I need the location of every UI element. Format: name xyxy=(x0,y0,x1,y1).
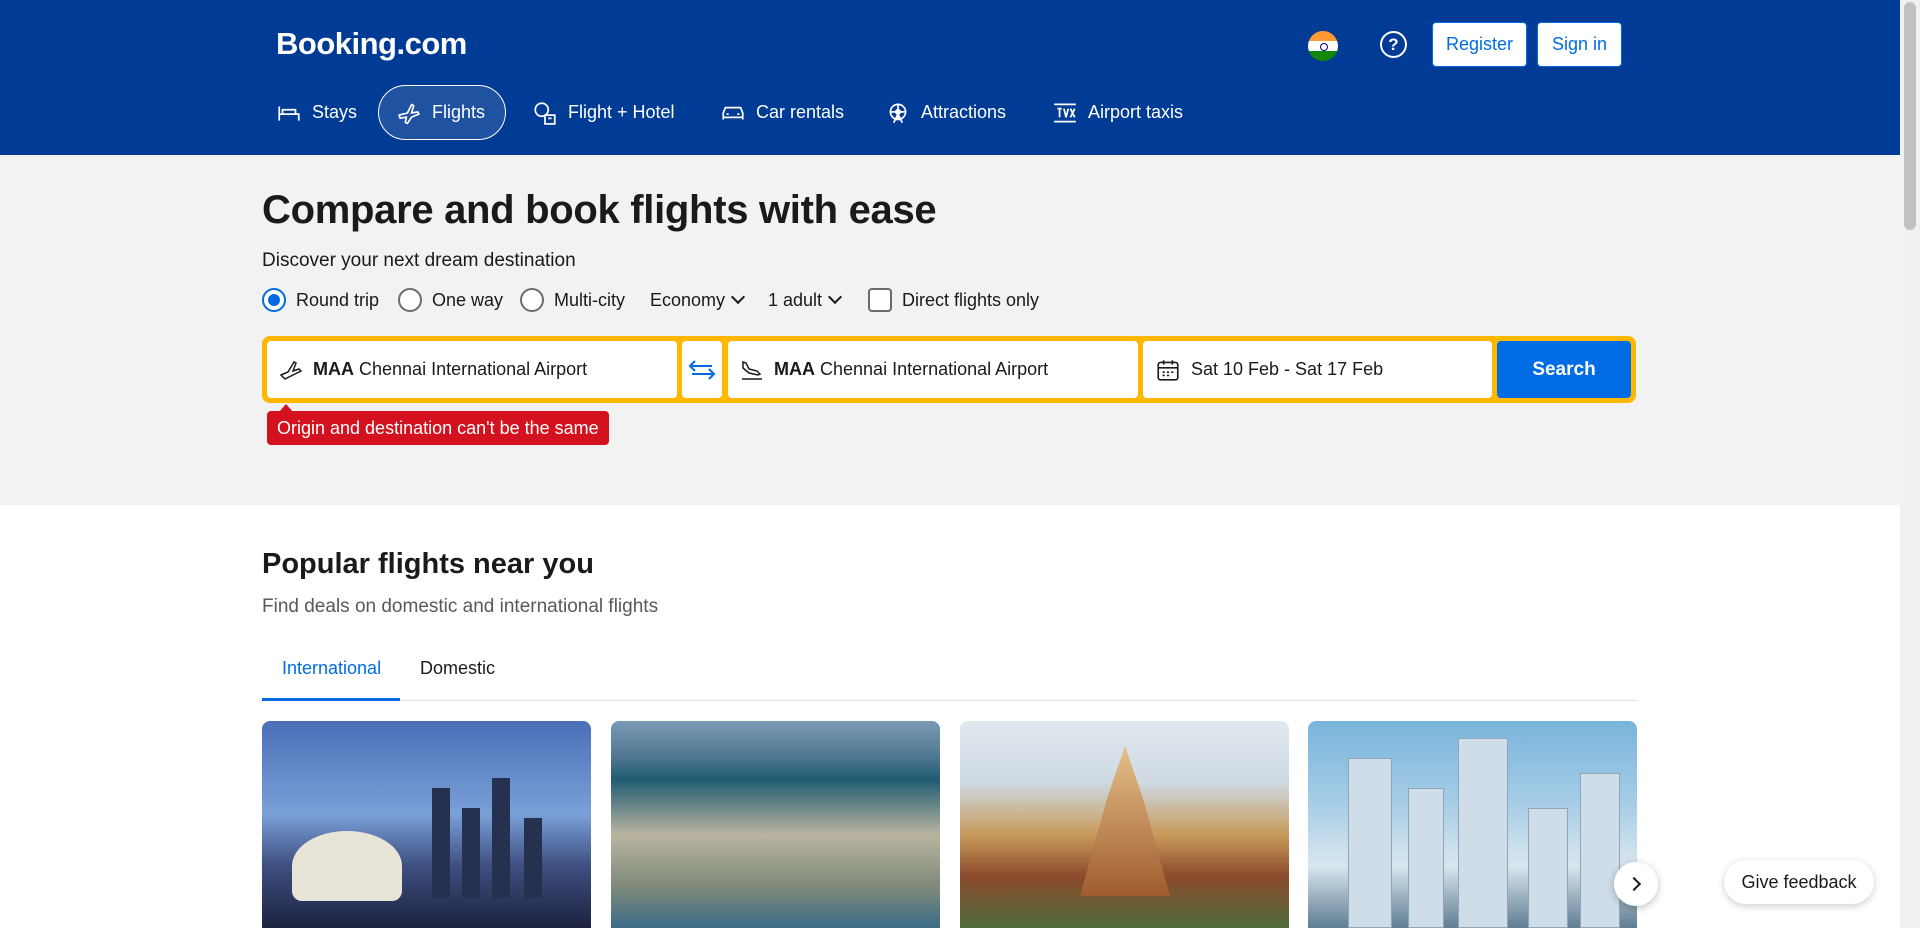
nav-label: Flight + Hotel xyxy=(568,102,675,122)
travellers-dropdown[interactable]: 1 adult xyxy=(768,286,843,314)
error-message: Origin and destination can't be the same xyxy=(267,404,609,445)
skyline-building xyxy=(524,818,542,898)
one-way-radio[interactable]: One way xyxy=(398,286,503,314)
search-button[interactable]: Search xyxy=(1497,341,1631,398)
checkbox-icon xyxy=(868,288,892,312)
radio-label: Round trip xyxy=(296,289,380,310)
register-button[interactable]: Register xyxy=(1432,22,1527,67)
dates-field[interactable]: Sat 10 Feb - Sat 17 Feb xyxy=(1143,341,1492,398)
skyscraper xyxy=(1458,738,1508,928)
plane-landing-icon xyxy=(742,360,762,380)
nav-item-flights[interactable]: Flights xyxy=(378,85,506,140)
cabin-class-dropdown[interactable]: Economy xyxy=(650,286,746,314)
popular-flights-subtitle: Find deals on domestic and international… xyxy=(262,596,659,617)
chevron-down-icon xyxy=(730,289,746,305)
ferris-wheel-icon xyxy=(889,102,907,123)
nav-item-airport-taxis[interactable]: Airport taxis xyxy=(1032,85,1203,140)
top-header: Booking.com ? Register Sign in Stays Fli… xyxy=(0,0,1900,155)
skyline-building xyxy=(462,808,480,898)
radio-label: One way xyxy=(432,289,504,310)
tab-domestic[interactable]: Domestic xyxy=(420,658,495,679)
skyscraper xyxy=(1408,788,1444,928)
popular-flights-heading: Popular flights near you xyxy=(262,548,594,580)
plane-icon xyxy=(398,103,421,124)
nav-label: Flights xyxy=(431,102,485,122)
nav-item-flight-hotel[interactable]: Flight + Hotel xyxy=(512,85,695,140)
nav-item-attractions[interactable]: Attractions xyxy=(865,85,1026,140)
origin-field[interactable]: MAA Chennai International Airport xyxy=(267,341,677,398)
swap-button[interactable] xyxy=(682,341,722,398)
nav-item-car-rentals[interactable]: Car rentals xyxy=(700,85,864,140)
give-feedback-button[interactable]: Give feedback xyxy=(1724,860,1874,904)
cabin-class-value: Economy xyxy=(650,289,726,310)
radio-empty-icon xyxy=(398,288,422,312)
swap-arrows-icon xyxy=(688,359,716,380)
scrollbar-thumb[interactable] xyxy=(1904,2,1916,230)
skyscraper xyxy=(1348,758,1392,928)
destination-code: MAA xyxy=(774,359,815,379)
nav-label: Car rentals xyxy=(756,102,845,122)
direct-flights-checkbox[interactable]: Direct flights only xyxy=(868,286,1039,314)
destination-card[interactable] xyxy=(611,721,940,928)
nav-label: Stays xyxy=(312,102,358,122)
booking-logo[interactable]: Booking.com xyxy=(276,26,467,62)
multi-city-radio[interactable]: Multi-city xyxy=(520,286,625,314)
destination-name: Chennai International Airport xyxy=(820,359,1049,379)
calendar-icon xyxy=(1157,359,1179,381)
page-subtitle: Discover your next dream destination xyxy=(262,250,576,271)
taxi-icon xyxy=(1054,102,1076,123)
question-circle-icon[interactable]: ? xyxy=(1380,31,1407,58)
chevron-down-icon xyxy=(827,289,843,305)
india-flag-icon[interactable] xyxy=(1308,31,1338,61)
tab-international[interactable]: International xyxy=(282,658,381,679)
dates-value: Sat 10 Feb - Sat 17 Feb xyxy=(1191,359,1384,379)
nav-item-stays[interactable]: Stays xyxy=(258,85,377,140)
chevron-right-icon xyxy=(1626,876,1642,892)
destination-field[interactable]: MAA Chennai International Airport xyxy=(728,341,1138,398)
destination-card[interactable] xyxy=(960,721,1289,928)
car-icon xyxy=(722,106,744,119)
radio-label: Multi-city xyxy=(554,289,625,310)
bed-icon xyxy=(278,106,300,121)
flight-search-bar: MAA Chennai International Airport MAA Ch… xyxy=(262,336,1636,403)
travellers-value: 1 adult xyxy=(768,289,823,310)
destination-card[interactable] xyxy=(262,721,591,928)
destination-card[interactable] xyxy=(1308,721,1637,928)
origin-code: MAA xyxy=(313,359,354,379)
radio-selected-icon xyxy=(262,288,286,312)
skyscraper xyxy=(1580,773,1620,928)
lotus-museum-shape xyxy=(292,831,402,901)
skyline-building xyxy=(432,788,450,898)
plane-hotel-icon xyxy=(534,101,556,125)
nav-label: Attractions xyxy=(921,102,1007,122)
carousel-next-button[interactable] xyxy=(1614,862,1658,906)
skyline-building xyxy=(492,778,510,898)
plane-takeoff-icon xyxy=(279,360,303,380)
round-trip-radio[interactable]: Round trip xyxy=(262,286,379,314)
skyscraper xyxy=(1528,808,1568,928)
origin-value: MAA Chennai International Airport xyxy=(313,359,587,380)
destination-value: MAA Chennai International Airport xyxy=(774,359,1048,380)
active-tab-indicator xyxy=(262,698,400,701)
origin-name: Chennai International Airport xyxy=(359,359,588,379)
radio-empty-icon xyxy=(520,288,544,312)
page-scrollbar[interactable] xyxy=(1900,0,1920,928)
tabs-divider xyxy=(262,700,1637,701)
page-title: Compare and book flights with ease xyxy=(262,188,937,232)
sign-in-button[interactable]: Sign in xyxy=(1537,22,1622,67)
nav-label: Airport taxis xyxy=(1088,102,1184,122)
checkbox-label: Direct flights only xyxy=(902,289,1040,310)
temple-shape xyxy=(1080,746,1170,896)
